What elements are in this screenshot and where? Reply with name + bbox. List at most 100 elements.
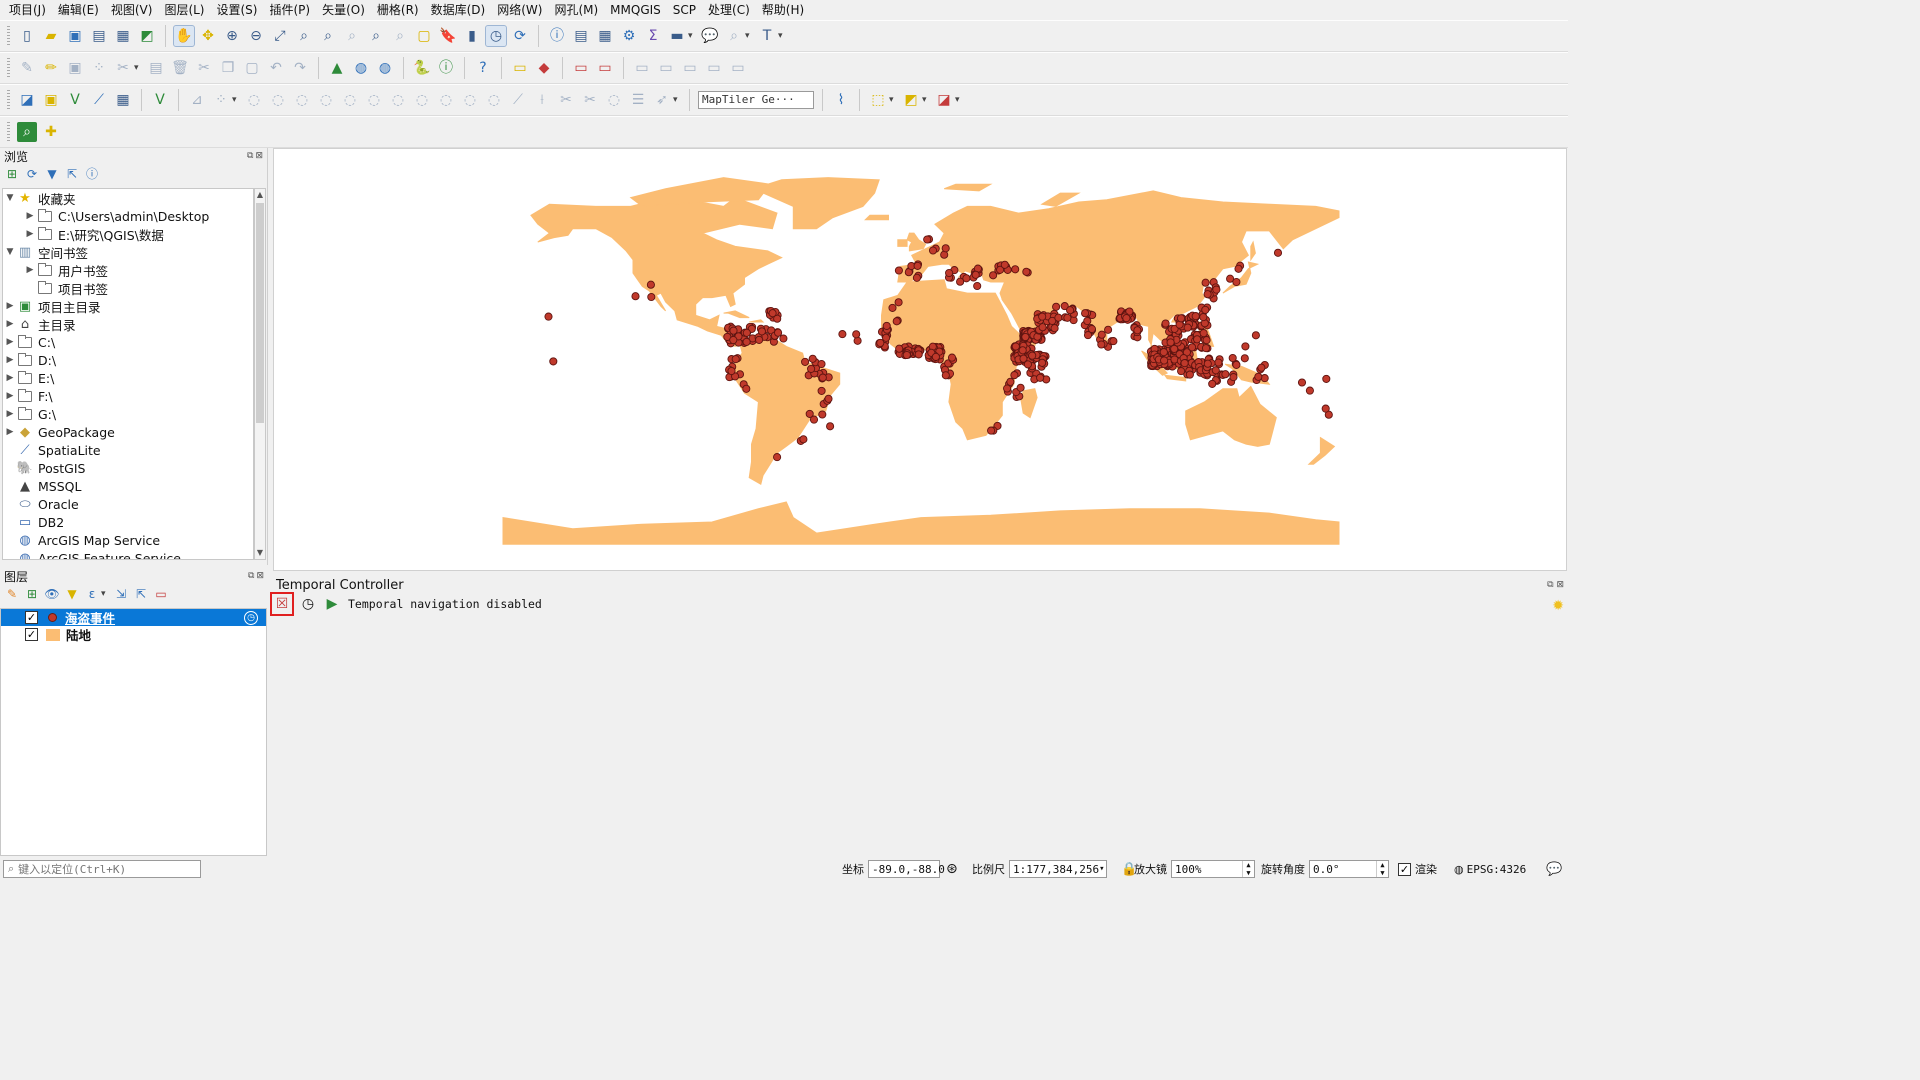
info-icon[interactable]: ⓘ (84, 166, 100, 182)
zoom-to-layer-icon[interactable]: ⌕ (318, 26, 338, 46)
chevron-right-icon[interactable]: ▶ (23, 229, 37, 239)
add-part-icon[interactable]: ◌ (244, 90, 264, 110)
chevron-right-icon[interactable]: ▶ (3, 355, 17, 365)
reshape-icon[interactable]: ◌ (340, 90, 360, 110)
temporal-controller-icon[interactable]: ◷ (485, 25, 507, 47)
pin-labels-icon[interactable]: ▭ (595, 58, 615, 78)
magnifier-spinbox[interactable]: 100% ▲ ▼ (1171, 860, 1255, 878)
chevron-down-icon[interactable]: ▾ (778, 31, 786, 41)
merge-selected-icon[interactable]: ◌ (436, 90, 456, 110)
copy-features-icon[interactable]: ❐ (218, 58, 238, 78)
search-features-icon[interactable]: ⌕ (724, 26, 744, 46)
chevron-down-icon[interactable]: ▾ (232, 95, 240, 105)
label-properties-icon[interactable]: ▭ (728, 58, 748, 78)
browser-item[interactable]: ▶ ▣ 项目主目录 (3, 297, 253, 315)
chevron-right-icon[interactable]: ▶ (23, 265, 37, 275)
menu-raster[interactable]: 栅格(R) (371, 0, 425, 20)
new-project-icon[interactable]: ▯ (17, 26, 37, 46)
split-parts-icon[interactable]: ◌ (412, 90, 432, 110)
delete-selected-icon[interactable]: 🗑 (170, 58, 190, 78)
globe-wms-icon[interactable]: ◍ (351, 58, 371, 78)
zoom-full-icon[interactable]: ⤢ (270, 26, 290, 46)
close-panel-icon[interactable]: ⊠ (255, 151, 263, 161)
profile-tool-icon[interactable]: ⌇ (831, 90, 851, 110)
select-by-expression-icon[interactable]: ◩ (901, 90, 921, 110)
collapse-all-icon[interactable]: ⇱ (133, 586, 149, 602)
layer-visibility-checkbox[interactable]: ✓ (25, 611, 38, 624)
highlight-label-icon[interactable]: ▭ (571, 58, 591, 78)
menu-edit[interactable]: 编辑(E) (52, 0, 105, 20)
show-bookmarks-icon[interactable]: ▮ (462, 26, 482, 46)
save-layer-edits-icon[interactable]: ▣ (65, 58, 85, 78)
menu-view[interactable]: 视图(V) (105, 0, 159, 20)
spin-arrows-icon[interactable]: ▲ ▼ (1376, 861, 1388, 877)
browser-item[interactable]: ▶ C:\ (3, 333, 253, 351)
menu-mmqgis[interactable]: MMQGIS (604, 0, 667, 20)
chevron-right-icon[interactable]: ▶ (3, 427, 17, 437)
chevron-down-icon[interactable]: ▾ (688, 31, 696, 41)
layout-manager-icon[interactable]: ▦ (113, 26, 133, 46)
chevron-down-icon[interactable]: ▾ (889, 95, 897, 105)
fill-ring-icon[interactable]: ◌ (268, 90, 288, 110)
world-map[interactable] (274, 149, 1567, 571)
browser-item[interactable]: ▶ ⌂ 主目录 (3, 315, 253, 333)
split-features-icon[interactable]: ◌ (388, 90, 408, 110)
merge-attributes-icon[interactable]: ◌ (460, 90, 480, 110)
delete-ring-icon[interactable]: ◌ (292, 90, 312, 110)
browser-item[interactable]: ▭ DB2 (3, 513, 253, 531)
browser-item[interactable]: ▼ ★ 收藏夹 (3, 189, 253, 207)
menu-web[interactable]: 网络(W) (491, 0, 548, 20)
save-project-icon[interactable]: ▣ (65, 26, 85, 46)
split-icon[interactable]: ✂ (580, 90, 600, 110)
menu-vector[interactable]: 矢量(O) (316, 0, 371, 20)
manage-visibility-icon[interactable]: 👁 (44, 586, 60, 602)
vertex-tool-icon[interactable]: ✂ (113, 58, 133, 78)
filter-legend-icon[interactable]: ▼ (64, 586, 80, 602)
menu-help[interactable]: 帮助(H) (756, 0, 810, 20)
current-edits-icon[interactable]: ✎ (17, 58, 37, 78)
scp-plugin-icon[interactable]: ✚ (41, 122, 61, 142)
help-icon[interactable]: ? (473, 58, 493, 78)
zoom-native-icon[interactable]: ⌕ (342, 26, 362, 46)
filter-icon[interactable]: ▼ (44, 166, 60, 182)
chevron-right-icon[interactable]: ▶ (23, 211, 37, 221)
add-vector-layer-icon[interactable]: V (65, 90, 85, 110)
message-log-icon[interactable]: 💬 (1546, 862, 1562, 877)
label-toolbar-icon[interactable]: ▭ (510, 58, 530, 78)
new-geopackage-layer-icon[interactable]: ▣ (41, 90, 61, 110)
float-panel-icon[interactable]: ⧉ (1547, 580, 1553, 590)
chevron-right-icon[interactable]: ▶ (3, 301, 17, 311)
messages-section[interactable]: 💬 (1546, 860, 1562, 878)
temporal-animated-button[interactable]: ▶ (322, 594, 342, 614)
browser-item[interactable]: ◍ ArcGIS Feature Service (3, 549, 253, 560)
browser-item[interactable]: ◍ ArcGIS Map Service (3, 531, 253, 549)
chevron-down-icon[interactable]: ▾ (134, 63, 142, 73)
browser-item[interactable]: ▲ MSSQL (3, 477, 253, 495)
toolbar-grip[interactable] (7, 58, 10, 78)
add-line-layer-icon[interactable]: ⟋ (89, 90, 109, 110)
menu-settings[interactable]: 设置(S) (211, 0, 264, 20)
redo-icon[interactable]: ↷ (290, 58, 310, 78)
measure-line-icon[interactable]: ▬ (667, 26, 687, 46)
menu-database[interactable]: 数据库(D) (425, 0, 492, 20)
menu-scp[interactable]: SCP (667, 0, 702, 20)
advanced-digitize-icon[interactable]: ➶ (652, 90, 672, 110)
chevron-down-icon[interactable]: ▼ (3, 247, 17, 257)
chevron-down-icon[interactable]: ▼ (3, 193, 17, 203)
diagram-options-icon[interactable]: ◆ (534, 58, 554, 78)
offset-curve-icon[interactable]: ◌ (364, 90, 384, 110)
add-point-feature-icon[interactable]: ⁘ (89, 58, 109, 78)
locator-input[interactable] (18, 862, 189, 876)
identify-features-icon[interactable]: ⓘ (547, 26, 567, 46)
layer-styling-icon[interactable]: ✎ (4, 586, 20, 602)
locator-bar[interactable]: ⌕ (3, 860, 201, 878)
layer-row[interactable]: ✓ 海盗事件 ◷ (1, 609, 266, 626)
render-checkbox[interactable]: ✓ (1398, 862, 1411, 876)
browser-item[interactable]: ▶ 用户书签 (3, 261, 253, 279)
chevron-down-icon[interactable]: ▾ (1099, 864, 1107, 874)
simplify-icon[interactable]: ⟋ (508, 90, 528, 110)
paste-features-icon[interactable]: ▢ (242, 58, 262, 78)
refresh-icon[interactable]: ⟳ (24, 166, 40, 182)
statistical-summary-icon[interactable]: Σ (643, 26, 663, 46)
pan-to-selection-icon[interactable]: ✥ (198, 26, 218, 46)
